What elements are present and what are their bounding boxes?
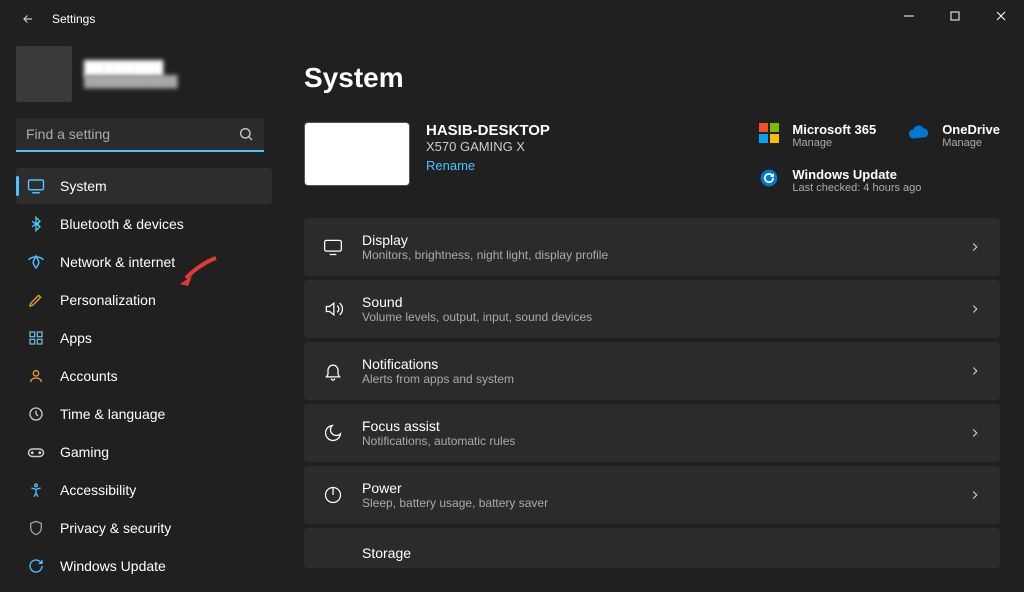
sidebar-item-label: Accessibility bbox=[60, 482, 136, 498]
status-windows-update[interactable]: Windows Update Last checked: 4 hours ago bbox=[758, 167, 1000, 194]
sidebar-item-label: Gaming bbox=[60, 444, 109, 460]
card-title: Sound bbox=[362, 294, 592, 310]
device-name: HASIB-DESKTOP bbox=[426, 122, 550, 139]
chevron-right-icon bbox=[968, 302, 982, 316]
sidebar-item-gaming[interactable]: Gaming bbox=[16, 434, 272, 470]
notifications-icon bbox=[322, 360, 344, 382]
card-title: Display bbox=[362, 232, 608, 248]
network-icon bbox=[26, 252, 46, 272]
bluetooth-icon bbox=[26, 214, 46, 234]
avatar bbox=[16, 46, 72, 102]
device-model: X570 GAMING X bbox=[426, 139, 550, 154]
status-title: Microsoft 365 bbox=[792, 122, 876, 137]
onedrive-icon bbox=[908, 122, 930, 144]
microsoft365-icon bbox=[758, 122, 780, 144]
card-sub: Alerts from apps and system bbox=[362, 372, 514, 386]
sidebar-item-windows-update[interactable]: Windows Update bbox=[16, 548, 272, 584]
user-name: ████████ bbox=[84, 60, 178, 76]
card-title: Focus assist bbox=[362, 418, 515, 434]
windows-update-icon bbox=[26, 556, 46, 576]
card-title: Power bbox=[362, 480, 548, 496]
rename-link[interactable]: Rename bbox=[426, 158, 475, 173]
minimize-button[interactable] bbox=[886, 0, 932, 32]
sound-icon bbox=[322, 298, 344, 320]
maximize-button[interactable] bbox=[932, 0, 978, 32]
power-icon bbox=[322, 484, 344, 506]
chevron-right-icon bbox=[968, 488, 982, 502]
sidebar-item-personalization[interactable]: Personalization bbox=[16, 282, 272, 318]
sidebar-item-label: System bbox=[60, 178, 107, 194]
user-block[interactable]: ████████ ████████████ bbox=[16, 46, 272, 102]
privacy-icon bbox=[26, 518, 46, 538]
accounts-icon bbox=[26, 366, 46, 386]
card-title: Notifications bbox=[362, 356, 514, 372]
time-language-icon bbox=[26, 404, 46, 424]
status-sub: Last checked: 4 hours ago bbox=[792, 182, 921, 194]
status-onedrive[interactable]: OneDrive Manage bbox=[908, 122, 1000, 149]
card-focus-assist[interactable]: Focus assistNotifications, automatic rul… bbox=[304, 404, 1000, 462]
card-sound[interactable]: SoundVolume levels, output, input, sound… bbox=[304, 280, 1000, 338]
status-sub: Manage bbox=[792, 137, 876, 149]
storage-icon bbox=[322, 542, 344, 564]
sidebar-item-label: Apps bbox=[60, 330, 92, 346]
card-title: Storage bbox=[362, 545, 411, 561]
chevron-right-icon bbox=[968, 240, 982, 254]
sidebar-item-accounts[interactable]: Accounts bbox=[16, 358, 272, 394]
card-power[interactable]: PowerSleep, battery usage, battery saver bbox=[304, 466, 1000, 524]
gaming-icon bbox=[26, 442, 46, 462]
accessibility-icon bbox=[26, 480, 46, 500]
device-thumbnail bbox=[304, 122, 410, 186]
card-storage[interactable]: Storage bbox=[304, 528, 1000, 568]
sidebar-item-system[interactable]: System bbox=[16, 168, 272, 204]
sidebar-item-bluetooth[interactable]: Bluetooth & devices bbox=[16, 206, 272, 242]
status-sub: Manage bbox=[942, 137, 1000, 149]
sidebar-item-time-language[interactable]: Time & language bbox=[16, 396, 272, 432]
display-icon bbox=[322, 236, 344, 258]
sidebar-item-label: Accounts bbox=[60, 368, 118, 384]
back-button[interactable] bbox=[12, 3, 44, 35]
nav: System Bluetooth & devices Network & int… bbox=[16, 168, 272, 584]
status-title: Windows Update bbox=[792, 167, 921, 182]
sidebar-item-label: Windows Update bbox=[60, 558, 166, 574]
card-sub: Monitors, brightness, night light, displ… bbox=[362, 248, 608, 262]
main-content: System HASIB-DESKTOP X570 GAMING X Renam… bbox=[280, 38, 1024, 592]
sidebar-item-label: Personalization bbox=[60, 292, 156, 308]
sidebar-item-apps[interactable]: Apps bbox=[16, 320, 272, 356]
card-display[interactable]: DisplayMonitors, brightness, night light… bbox=[304, 218, 1000, 276]
sidebar-item-label: Network & internet bbox=[60, 254, 175, 270]
chevron-right-icon bbox=[968, 426, 982, 440]
chevron-right-icon bbox=[968, 364, 982, 378]
user-email: ████████████ bbox=[84, 76, 178, 88]
update-icon bbox=[758, 167, 780, 189]
sidebar-item-network[interactable]: Network & internet bbox=[16, 244, 272, 280]
search-icon bbox=[238, 126, 254, 142]
sidebar-item-label: Bluetooth & devices bbox=[60, 216, 184, 232]
sidebar-item-label: Time & language bbox=[60, 406, 165, 422]
page-title: System bbox=[304, 62, 1000, 94]
titlebar: Settings bbox=[0, 0, 1024, 38]
status-title: OneDrive bbox=[942, 122, 1000, 137]
personalization-icon bbox=[26, 290, 46, 310]
status-microsoft365[interactable]: Microsoft 365 Manage bbox=[758, 122, 876, 149]
card-notifications[interactable]: NotificationsAlerts from apps and system bbox=[304, 342, 1000, 400]
window-title: Settings bbox=[52, 12, 95, 26]
sidebar-item-accessibility[interactable]: Accessibility bbox=[16, 472, 272, 508]
card-sub: Notifications, automatic rules bbox=[362, 434, 515, 448]
apps-icon bbox=[26, 328, 46, 348]
close-button[interactable] bbox=[978, 0, 1024, 32]
card-sub: Volume levels, output, input, sound devi… bbox=[362, 310, 592, 324]
sidebar-item-privacy[interactable]: Privacy & security bbox=[16, 510, 272, 546]
sidebar: ████████ ████████████ System Bluetooth &… bbox=[0, 38, 280, 592]
search-input[interactable] bbox=[16, 118, 264, 152]
focus-assist-icon bbox=[322, 422, 344, 444]
card-sub: Sleep, battery usage, battery saver bbox=[362, 496, 548, 510]
system-icon bbox=[26, 176, 46, 196]
device-card: HASIB-DESKTOP X570 GAMING X Rename bbox=[304, 122, 550, 186]
sidebar-item-label: Privacy & security bbox=[60, 520, 171, 536]
